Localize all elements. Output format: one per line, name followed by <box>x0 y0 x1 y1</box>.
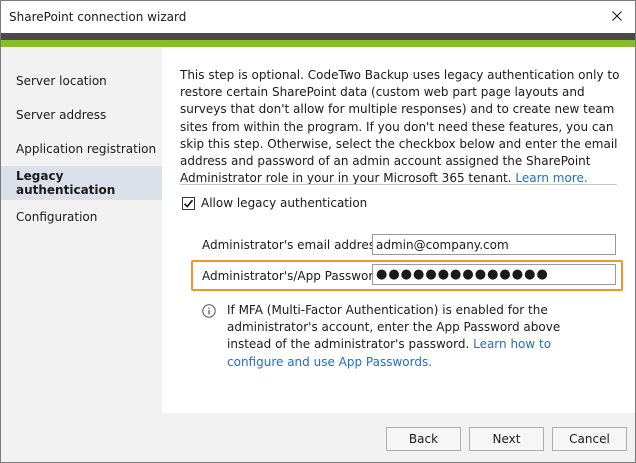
info-icon <box>202 304 216 318</box>
allow-legacy-row[interactable]: Allow legacy authentication <box>182 196 367 210</box>
wizard-window: SharePoint connection wizard Server loca… <box>0 0 636 463</box>
checkmark-icon <box>183 199 194 208</box>
sidebar-item-label: Configuration <box>16 210 98 224</box>
description-text: This step is optional. CodeTwo Backup us… <box>180 68 620 186</box>
cancel-button[interactable]: Cancel <box>552 427 627 451</box>
next-button[interactable]: Next <box>469 427 544 451</box>
header-band-green <box>1 40 635 47</box>
close-button[interactable] <box>603 3 631 29</box>
sidebar-item-label: Application registration <box>16 142 157 156</box>
step-description: This step is optional. CodeTwo Backup us… <box>180 67 620 187</box>
section-divider <box>180 184 617 185</box>
title-bar: SharePoint connection wizard <box>1 1 635 33</box>
allow-legacy-checkbox[interactable] <box>182 196 195 210</box>
step-content: This step is optional. CodeTwo Backup us… <box>162 47 635 413</box>
sidebar-item-configuration[interactable]: Configuration <box>1 200 162 234</box>
sidebar-item-application-registration[interactable]: Application registration <box>1 132 162 166</box>
sidebar-item-server-address[interactable]: Server address <box>1 98 162 132</box>
email-field[interactable] <box>372 234 616 255</box>
mfa-info-note: If MFA (Multi-Factor Authentication) is … <box>227 302 607 371</box>
sidebar-item-server-location[interactable]: Server location <box>1 64 162 98</box>
sidebar-item-label: Server location <box>16 74 107 88</box>
wizard-steps-sidebar: Server location Server address Applicati… <box>1 47 162 413</box>
sidebar-item-label: Server address <box>16 108 107 122</box>
close-icon <box>612 11 622 21</box>
header-band-dark <box>1 33 635 40</box>
password-field[interactable] <box>372 264 616 285</box>
sidebar-item-label: Legacy authentication <box>16 169 116 197</box>
wizard-footer: Back Next Cancel <box>1 413 635 462</box>
email-label: Administrator's email address: <box>202 238 386 252</box>
back-button[interactable]: Back <box>386 427 461 451</box>
sidebar-item-legacy-authentication[interactable]: Legacy authentication <box>1 166 162 200</box>
header-bands <box>1 33 635 47</box>
window-title: SharePoint connection wizard <box>9 10 187 24</box>
allow-legacy-label: Allow legacy authentication <box>201 196 368 210</box>
password-label: Administrator's/App Password: <box>202 269 385 283</box>
